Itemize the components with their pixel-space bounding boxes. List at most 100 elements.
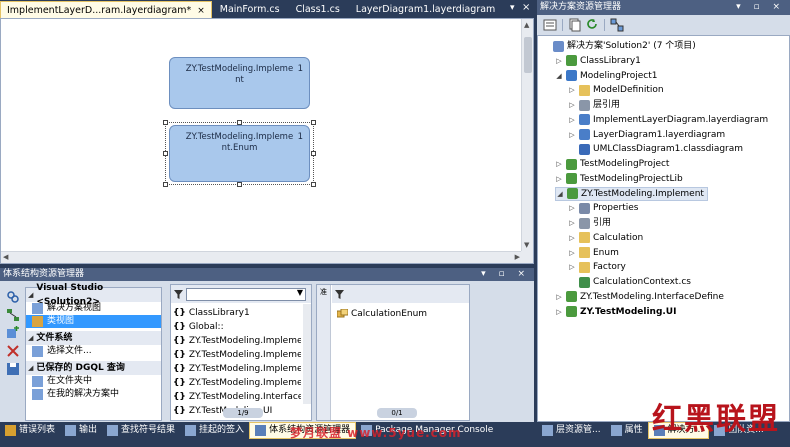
expand-icon[interactable]: ▷ — [568, 128, 576, 142]
tree-node[interactable]: ◢ ModelingProject1 — [555, 69, 657, 83]
expand-icon[interactable]: ▷ — [568, 260, 576, 274]
list-item[interactable]: CalculationEnum — [337, 307, 427, 321]
list-item[interactable]: {} ClassLibrary1 — [173, 306, 301, 320]
tab-implement-layer-diagram[interactable]: ImplementLayerD...ram.layerdiagram* × — [0, 1, 212, 18]
filter-icon[interactable] — [335, 289, 344, 299]
scroll-left-icon[interactable]: ◀ — [3, 253, 8, 261]
tab-close-icon[interactable]: × — [197, 6, 205, 16]
layer-shape-selected[interactable]: ZY.TestModeling.Implement.Enum 1 — [169, 125, 310, 182]
show-all-files-icon[interactable] — [568, 18, 582, 32]
list-item[interactable]: {} ZY.TestModeling.Interface — [173, 390, 301, 404]
tab-find-symbol-results[interactable]: 查找符号结果 — [102, 422, 180, 439]
group-item-in-solution[interactable]: 在我的解决方案中 — [26, 388, 161, 401]
tab-pending-checkins[interactable]: 挂起的签入 — [180, 422, 249, 439]
tab-output[interactable]: 输出 — [60, 422, 102, 439]
group-item-select-files[interactable]: 选择文件... — [26, 345, 161, 358]
tab-mainform[interactable]: MainForm.cs — [212, 1, 288, 18]
group-header-dgql-queries[interactable]: ◢ 已保存的 DGQL 查询 — [26, 361, 161, 375]
collapse-icon[interactable]: ◢ — [556, 187, 564, 201]
tree-node[interactable]: ▷ ZY.TestModeling.InterfaceDefine — [555, 290, 724, 304]
list-item[interactable]: {} Global:: — [173, 320, 301, 334]
expand-icon[interactable]: ▷ — [568, 113, 576, 127]
namespace-scrollbar[interactable] — [303, 304, 311, 404]
tree-node[interactable]: ▷ 引用 — [568, 216, 611, 230]
chevron-down-icon[interactable]: ▼ — [297, 288, 303, 297]
expand-icon[interactable]: ▷ — [568, 83, 576, 97]
expand-icon[interactable]: ▷ — [568, 231, 576, 245]
resize-handle[interactable] — [311, 182, 316, 187]
tree-node[interactable]: ▷ Calculation — [568, 231, 643, 245]
namespace-filter-input[interactable]: ▼ — [186, 287, 306, 301]
expand-icon[interactable]: ▷ — [555, 172, 563, 186]
scroll-thumb[interactable] — [524, 37, 532, 73]
list-item[interactable]: {} ZY.TestModeling.Implemen — [173, 376, 301, 390]
resize-handle[interactable] — [237, 182, 242, 187]
tree-node[interactable]: 解决方案'Solution2' (7 个项目) — [542, 39, 696, 53]
save-icon[interactable] — [6, 362, 20, 376]
link-icon[interactable] — [6, 290, 20, 304]
scroll-up-icon[interactable]: ▲ — [524, 21, 529, 29]
tab-layer-explorer[interactable]: 层资源管... — [537, 422, 606, 439]
tree-node[interactable]: ▷ LayerDiagram1.layerdiagram — [568, 128, 725, 142]
collapse-icon[interactable]: ◢ — [28, 361, 33, 375]
group-header-visual-studio[interactable]: ◢ Visual Studio <Solution2> — [26, 283, 161, 307]
scroll-down-icon[interactable]: ▼ — [524, 241, 529, 249]
list-item[interactable]: {} ZY.TestModeling.Implemen — [173, 348, 301, 362]
expand-icon[interactable]: ▷ — [568, 246, 576, 260]
tree-node[interactable]: ▷ TestModelingProjectLib — [555, 172, 683, 186]
tab-dropdown-icon[interactable]: ▾ — [510, 3, 515, 13]
resize-handle[interactable] — [163, 151, 168, 156]
tree-node[interactable]: ▷ ModelDefinition — [568, 83, 664, 97]
list-item[interactable]: {} ZY.TestModeling.Implemen — [173, 362, 301, 376]
expand-icon[interactable]: ▷ — [555, 305, 563, 319]
tree-node[interactable]: UMLClassDiagram1.classdiagram — [568, 142, 743, 156]
group-header-file-system[interactable]: ◢ 文件系统 — [26, 331, 161, 345]
expand-icon[interactable]: ▷ — [568, 216, 576, 230]
tree-node[interactable]: ▷ Properties — [568, 201, 638, 215]
tree-node[interactable]: ▷ TestModelingProject — [555, 157, 669, 171]
resize-handle[interactable] — [163, 182, 168, 187]
tab-layerdiagram1[interactable]: LayerDiagram1.layerdiagram — [348, 1, 504, 18]
tree-node[interactable]: ▷ ZY.TestModeling.UI — [555, 305, 676, 319]
filter-icon[interactable] — [174, 289, 183, 299]
group-item-class-view[interactable]: 类视图 — [26, 315, 161, 328]
tree-node[interactable]: ▷ 层引用 — [568, 98, 620, 112]
expand-icon[interactable]: ▷ — [568, 98, 576, 112]
expand-icon[interactable]: ▷ — [555, 290, 563, 304]
group-item-in-folder[interactable]: 在文件夹中 — [26, 375, 161, 388]
add-to-diagram-icon[interactable] — [6, 326, 20, 340]
collapse-icon[interactable]: ◢ — [28, 288, 33, 302]
column-side-strip[interactable]: 准 — [317, 285, 331, 420]
tab-error-list[interactable]: 错误列表 — [0, 422, 60, 439]
resize-handle[interactable] — [163, 120, 168, 125]
tree-node[interactable]: ▷ Enum — [568, 246, 619, 260]
expand-icon[interactable]: ▷ — [568, 201, 576, 215]
resize-handle[interactable] — [311, 120, 316, 125]
collapse-icon[interactable]: ◢ — [555, 69, 563, 83]
scroll-right-icon[interactable]: ▶ — [515, 253, 520, 261]
tree-node[interactable]: ▷ ImplementLayerDiagram.layerdiagram — [568, 113, 768, 127]
horizontal-scrollbar[interactable]: ◀ ▶ — [1, 251, 523, 263]
resize-handle[interactable] — [237, 120, 242, 125]
expand-icon[interactable]: ▷ — [555, 54, 563, 68]
tab-properties[interactable]: 属性 — [606, 422, 648, 439]
delete-icon[interactable] — [6, 344, 20, 358]
view-class-diagram-icon[interactable] — [610, 18, 624, 32]
properties-icon[interactable] — [543, 18, 557, 32]
tab-class1[interactable]: Class1.cs — [288, 1, 348, 18]
collapse-icon[interactable]: ◢ — [28, 331, 33, 345]
vertical-scrollbar[interactable]: ▲ ▼ — [521, 19, 533, 251]
refresh-icon[interactable] — [585, 18, 599, 32]
expand-icon[interactable]: ▷ — [555, 157, 563, 171]
list-item[interactable]: {} ZY.TestModeling.Implemen — [173, 334, 301, 348]
panel-window-buttons[interactable]: ▾ ▫ × — [736, 0, 785, 15]
graph-icon[interactable] — [6, 308, 20, 322]
tree-node[interactable]: ▷ Factory — [568, 260, 626, 274]
tree-node[interactable]: ◢ ZY.TestModeling.Implement — [555, 186, 708, 201]
tree-node[interactable]: CalculationContext.cs — [568, 275, 691, 289]
close-document-icon[interactable]: × — [522, 2, 530, 13]
tree-node[interactable]: ▷ ClassLibrary1 — [555, 54, 641, 68]
resize-handle[interactable] — [311, 151, 316, 156]
panel-window-buttons[interactable]: ▾ ▫ × — [481, 268, 530, 281]
layer-diagram-canvas[interactable]: ZY.TestModeling.Implement 1 ZY.TestModel… — [0, 18, 534, 264]
